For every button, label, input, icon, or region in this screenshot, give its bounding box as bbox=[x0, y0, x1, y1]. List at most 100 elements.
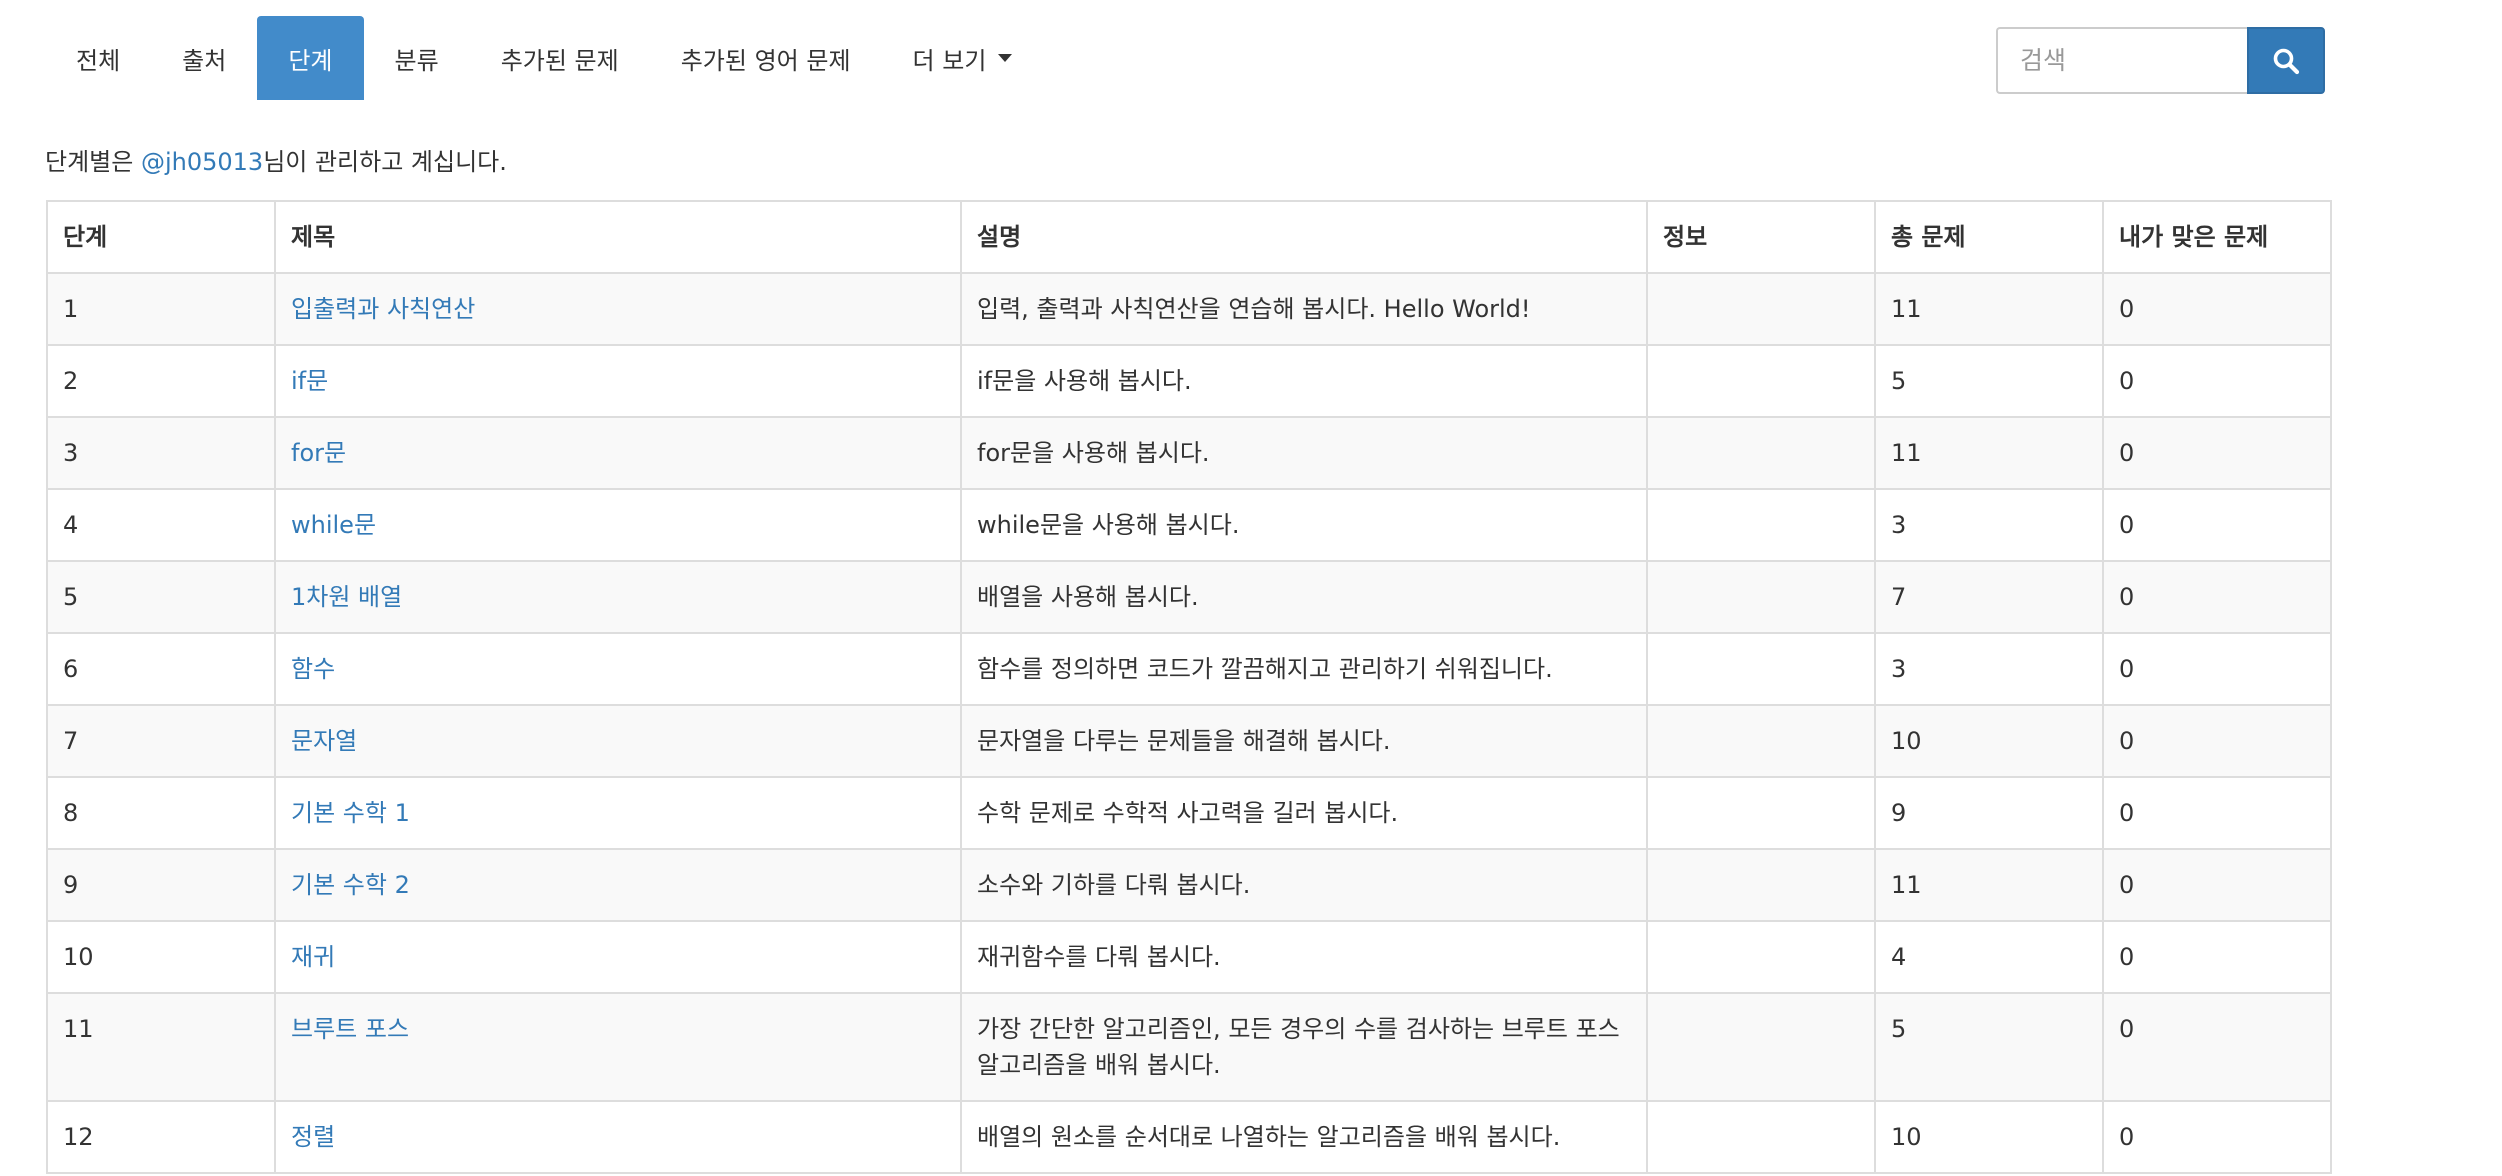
cell-title: 기본 수학 1 bbox=[274, 776, 962, 850]
search-input[interactable] bbox=[1996, 27, 2247, 94]
cell-step: 12 bbox=[46, 1100, 276, 1174]
tab-label: 분류 bbox=[394, 46, 439, 75]
step-title-link[interactable]: 문자열 bbox=[291, 727, 357, 755]
cell-title: 재귀 bbox=[274, 920, 962, 994]
header-step: 단계 bbox=[46, 200, 276, 274]
cell-title: while문 bbox=[274, 488, 962, 562]
step-title-link[interactable]: 브루트 포스 bbox=[291, 1015, 409, 1043]
step-title-link[interactable]: while문 bbox=[291, 511, 376, 539]
step-title-link[interactable]: 함수 bbox=[291, 655, 335, 683]
cell-description: 배열을 사용해 봅시다. bbox=[960, 560, 1648, 634]
table-row: 12 정렬 배열의 원소를 순서대로 나열하는 알고리즘을 배워 봅시다. 10 0 bbox=[46, 1100, 2332, 1174]
cell-info bbox=[1646, 416, 1876, 490]
cell-solved-problems: 0 bbox=[2102, 416, 2332, 490]
cell-title: 1차원 배열 bbox=[274, 560, 962, 634]
cell-info bbox=[1646, 488, 1876, 562]
cell-step: 9 bbox=[46, 848, 276, 922]
tab-source[interactable]: 출처 bbox=[151, 16, 257, 100]
cell-info bbox=[1646, 344, 1876, 418]
cell-title: 정렬 bbox=[274, 1100, 962, 1174]
tab-label: 단계 bbox=[288, 46, 333, 75]
cell-solved-problems: 0 bbox=[2102, 560, 2332, 634]
tab-added-english-problems[interactable]: 추가된 영어 문제 bbox=[650, 16, 882, 100]
maintainer-user-link[interactable]: @jh05013 bbox=[141, 148, 263, 176]
table-row: 10 재귀 재귀함수를 다뤄 봅시다. 4 0 bbox=[46, 920, 2332, 994]
table-row: 6 함수 함수를 정의하면 코드가 깔끔해지고 관리하기 쉬워집니다. 3 0 bbox=[46, 632, 2332, 706]
step-title-link[interactable]: 기본 수학 1 bbox=[291, 799, 410, 827]
table-row: 4 while문 while문을 사용해 봅시다. 3 0 bbox=[46, 488, 2332, 562]
cell-solved-problems: 0 bbox=[2102, 488, 2332, 562]
cell-total-problems: 7 bbox=[1874, 560, 2104, 634]
step-title-link[interactable]: if문 bbox=[291, 367, 328, 395]
tab-label: 추가된 영어 문제 bbox=[680, 46, 851, 75]
cell-step: 7 bbox=[46, 704, 276, 778]
step-title-link[interactable]: 1차원 배열 bbox=[291, 583, 402, 611]
cell-solved-problems: 0 bbox=[2102, 776, 2332, 850]
search-form bbox=[1996, 27, 2325, 94]
search-icon bbox=[2273, 48, 2300, 74]
cell-step: 1 bbox=[46, 272, 276, 346]
cell-step: 3 bbox=[46, 416, 276, 490]
maintainer-info: 단계별은 @jh05013님이 관리하고 계십니다. bbox=[45, 142, 507, 177]
cell-step: 11 bbox=[46, 992, 276, 1102]
header-description: 설명 bbox=[960, 200, 1648, 274]
cell-description: 함수를 정의하면 코드가 깔끔해지고 관리하기 쉬워집니다. bbox=[960, 632, 1648, 706]
step-title-link[interactable]: for문 bbox=[291, 439, 346, 467]
cell-solved-problems: 0 bbox=[2102, 632, 2332, 706]
tab-more-dropdown[interactable]: 더 보기 bbox=[882, 16, 1044, 100]
cell-info bbox=[1646, 920, 1876, 994]
cell-step: 5 bbox=[46, 560, 276, 634]
tab-label: 추가된 문제 bbox=[500, 46, 619, 75]
table-row: 8 기본 수학 1 수학 문제로 수학적 사고력을 길러 봅시다. 9 0 bbox=[46, 776, 2332, 850]
cell-total-problems: 3 bbox=[1874, 632, 2104, 706]
cell-solved-problems: 0 bbox=[2102, 272, 2332, 346]
step-title-link[interactable]: 정렬 bbox=[291, 1123, 335, 1151]
cell-info bbox=[1646, 848, 1876, 922]
step-table-container: 단계 제목 설명 정보 총 문제 내가 맞은 문제 1 입출력과 사칙연산 입력, … bbox=[46, 200, 2332, 1174]
cell-total-problems: 4 bbox=[1874, 920, 2104, 994]
step-title-link[interactable]: 기본 수학 2 bbox=[291, 871, 410, 899]
cell-info bbox=[1646, 992, 1876, 1102]
tab-category[interactable]: 분류 bbox=[364, 16, 470, 100]
step-title-link[interactable]: 입출력과 사칙연산 bbox=[291, 295, 475, 323]
cell-info bbox=[1646, 560, 1876, 634]
cell-description: 재귀함수를 다뤄 봅시다. bbox=[960, 920, 1648, 994]
tab-added-problems[interactable]: 추가된 문제 bbox=[470, 16, 650, 100]
cell-description: 소수와 기하를 다뤄 봅시다. bbox=[960, 848, 1648, 922]
cell-solved-problems: 0 bbox=[2102, 848, 2332, 922]
cell-total-problems: 11 bbox=[1874, 416, 2104, 490]
tab-all[interactable]: 전체 bbox=[45, 16, 151, 100]
cell-total-problems: 11 bbox=[1874, 848, 2104, 922]
cell-title: 입출력과 사칙연산 bbox=[274, 272, 962, 346]
search-button[interactable] bbox=[2247, 27, 2325, 94]
cell-total-problems: 10 bbox=[1874, 1100, 2104, 1174]
cell-step: 8 bbox=[46, 776, 276, 850]
step-table: 단계 제목 설명 정보 총 문제 내가 맞은 문제 1 입출력과 사칙연산 입력, … bbox=[46, 200, 2332, 1174]
cell-step: 10 bbox=[46, 920, 276, 994]
problem-nav: 전체 출처 단계 분류 추가된 문제 추가된 영어 문제 더 보기 bbox=[45, 16, 1043, 100]
maintainer-suffix: 님이 관리하고 계십니다. bbox=[263, 148, 507, 176]
tab-label: 더 보기 bbox=[912, 46, 987, 75]
table-row: 9 기본 수학 2 소수와 기하를 다뤄 봅시다. 11 0 bbox=[46, 848, 2332, 922]
cell-total-problems: 10 bbox=[1874, 704, 2104, 778]
cell-step: 2 bbox=[46, 344, 276, 418]
step-title-link[interactable]: 재귀 bbox=[291, 943, 335, 971]
cell-solved-problems: 0 bbox=[2102, 920, 2332, 994]
cell-info bbox=[1646, 704, 1876, 778]
cell-info bbox=[1646, 632, 1876, 706]
cell-total-problems: 5 bbox=[1874, 344, 2104, 418]
table-body: 1 입출력과 사칙연산 입력, 출력과 사칙연산을 연습해 봅시다. Hello W… bbox=[46, 272, 2332, 1174]
cell-title: 브루트 포스 bbox=[274, 992, 962, 1102]
page: 전체 출처 단계 분류 추가된 문제 추가된 영어 문제 더 보기 단계별은 @… bbox=[0, 0, 2502, 1176]
cell-description: for문을 사용해 봅시다. bbox=[960, 416, 1648, 490]
maintainer-prefix: 단계별은 bbox=[45, 148, 141, 176]
cell-title: 문자열 bbox=[274, 704, 962, 778]
cell-info bbox=[1646, 272, 1876, 346]
cell-description: 입력, 출력과 사칙연산을 연습해 봅시다. Hello World! bbox=[960, 272, 1648, 346]
table-row: 2 if문 if문을 사용해 봅시다. 5 0 bbox=[46, 344, 2332, 418]
cell-description: 가장 간단한 알고리즘인, 모든 경우의 수를 검사하는 브루트 포스 알고리즘… bbox=[960, 992, 1648, 1102]
header-info: 정보 bbox=[1646, 200, 1876, 274]
table-row: 5 1차원 배열 배열을 사용해 봅시다. 7 0 bbox=[46, 560, 2332, 634]
caret-down-icon bbox=[998, 54, 1013, 62]
tab-step[interactable]: 단계 bbox=[257, 16, 364, 100]
